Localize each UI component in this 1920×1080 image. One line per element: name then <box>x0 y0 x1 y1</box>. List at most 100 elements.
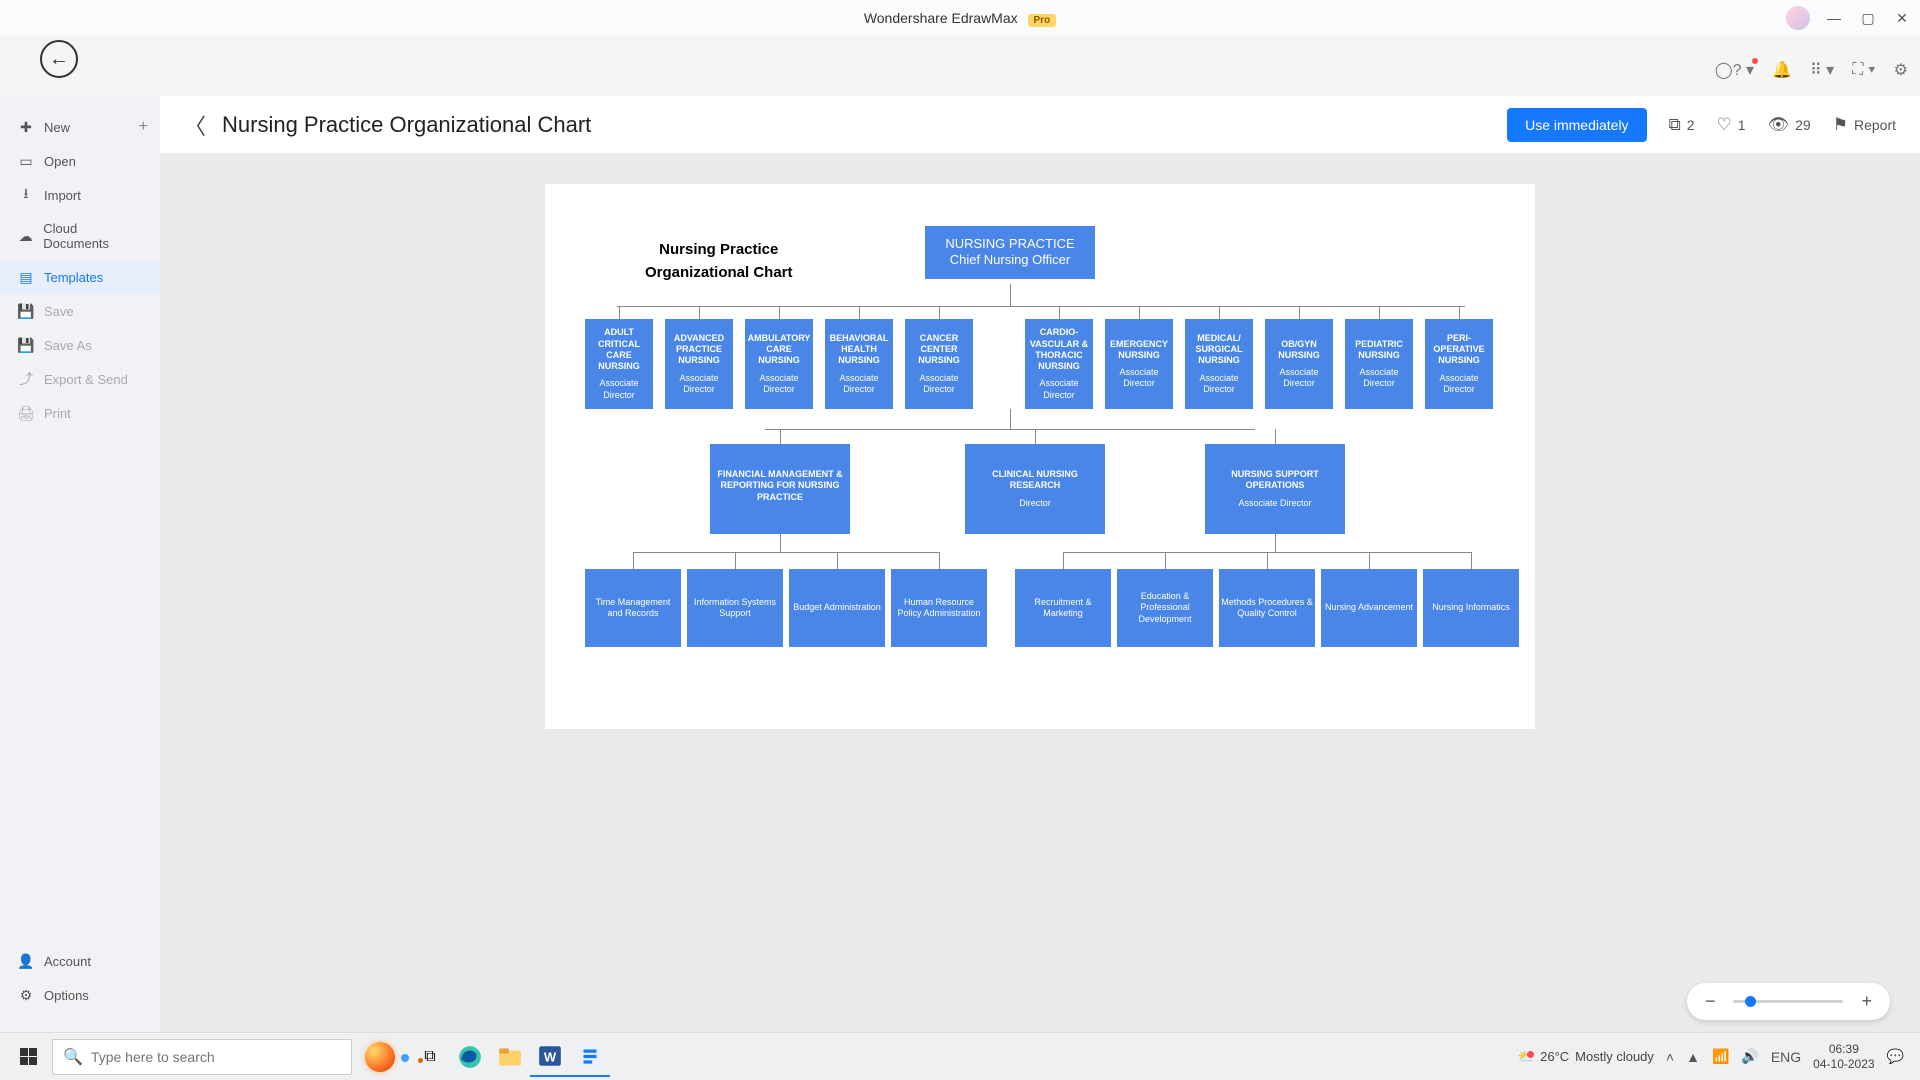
add-icon[interactable]: + <box>139 118 148 136</box>
zoom-thumb[interactable] <box>1745 996 1756 1007</box>
sidebar-item-print[interactable]: 🖨 Print <box>0 396 160 430</box>
sidebar-item-import[interactable]: ⭳ Import <box>0 178 160 212</box>
sidebar-item-cloud[interactable]: ☁ Cloud Documents <box>0 212 160 260</box>
connector <box>1275 429 1276 444</box>
settings-icon[interactable]: ⚙ <box>1894 60 1908 80</box>
sidebar-item-label: Print <box>44 406 71 421</box>
onedrive-icon[interactable]: ▲ <box>1686 1049 1700 1065</box>
org-level2-box: BEHAVIORAL HEALTH NURSINGAssociate Direc… <box>825 319 893 409</box>
header-actions: Use immediately ⧉2 ♡1 👁29 ⚑Report <box>1507 108 1896 142</box>
sidebar-item-label: New <box>44 120 70 135</box>
org-level2-box: AMBULATORY CARE NURSINGAssociate Directo… <box>745 319 813 409</box>
zoom-in-button[interactable]: + <box>1861 991 1872 1012</box>
connector <box>780 429 781 444</box>
back-chevron-icon[interactable]: 〈 <box>184 109 206 141</box>
tray-chevron-icon[interactable]: ˄ <box>1666 1049 1674 1065</box>
org-level4-box: Recruitment & Marketing <box>1015 569 1111 647</box>
language-icon[interactable]: ENG <box>1771 1049 1801 1065</box>
sidebar-item-label: Save <box>44 304 74 319</box>
org-root-box: NURSING PRACTICE Chief Nursing Officer <box>925 226 1095 279</box>
org-level4-box: Human Resource Policy Administration <box>891 569 987 647</box>
plus-square-icon: ✚ <box>18 119 34 135</box>
connector <box>859 306 860 319</box>
zoom-slider[interactable] <box>1733 1000 1843 1003</box>
volume-icon[interactable]: 🔊 <box>1741 1048 1758 1065</box>
connector <box>617 306 1465 307</box>
avatar[interactable] <box>1786 6 1810 30</box>
edge-icon[interactable] <box>450 1037 490 1077</box>
org-root-line2: Chief Nursing Officer <box>935 252 1085 268</box>
org-level2-box: CARDIO-VASCULAR & THORACIC NURSINGAssoci… <box>1025 319 1093 409</box>
views-count: 29 <box>1795 117 1811 133</box>
notifications-icon[interactable]: 💬 <box>1887 1048 1904 1065</box>
connector <box>699 306 700 319</box>
sidebar-item-save[interactable]: 💾 Save <box>0 294 160 328</box>
app-title: Wondershare EdrawMax Pro <box>864 10 1056 26</box>
clock[interactable]: 06:39 04-10-2023 <box>1813 1042 1874 1071</box>
org-level2-box: CANCER CENTER NURSINGAssociate Director <box>905 319 973 409</box>
cloud-icon: ☁ <box>18 228 33 244</box>
connector <box>1059 306 1060 319</box>
report-label: Report <box>1854 117 1896 133</box>
connector <box>1219 306 1220 319</box>
likes-count: 1 <box>1738 117 1746 133</box>
gear-icon: ⚙ <box>18 987 34 1003</box>
copies-stat[interactable]: ⧉2 <box>1669 115 1695 135</box>
zoom-out-button[interactable]: − <box>1705 991 1716 1012</box>
org-root-line1: NURSING PRACTICE <box>935 236 1085 252</box>
views-stat: 👁29 <box>1768 115 1811 135</box>
taskbar-search[interactable]: 🔍 <box>52 1039 352 1075</box>
sidebar-item-new[interactable]: ✚ New + <box>0 110 160 144</box>
bell-icon[interactable]: 🔔 <box>1772 60 1792 80</box>
maximize-button[interactable]: ▢ <box>1858 8 1878 28</box>
connector <box>1063 552 1064 569</box>
likes-stat[interactable]: ♡1 <box>1717 115 1746 135</box>
back-button[interactable] <box>40 40 78 78</box>
apps-icon[interactable]: ⠿ ▾ <box>1810 60 1834 80</box>
window-titlebar: Wondershare EdrawMax Pro — ▢ ✕ <box>0 0 1920 36</box>
search-highlight-icon[interactable] <box>350 1039 410 1075</box>
org-level2-box: EMERGENCY NURSINGAssociate Director <box>1105 319 1173 409</box>
file-explorer-icon[interactable] <box>490 1037 530 1077</box>
connector <box>1010 409 1011 429</box>
toolbar-right: ◯? ▾ 🔔 ⠿ ▾ ⛶ ▾ ⚙ <box>1715 60 1908 80</box>
search-input[interactable] <box>91 1049 341 1065</box>
use-immediately-button[interactable]: Use immediately <box>1507 108 1646 142</box>
sidebar-item-label: Cloud Documents <box>43 221 142 251</box>
sidebar-item-label: Open <box>44 154 76 169</box>
task-view-icon[interactable]: ⧉ <box>410 1037 450 1077</box>
sidebar-item-account[interactable]: 👤 Account <box>0 944 160 978</box>
edrawmax-icon[interactable] <box>570 1037 610 1077</box>
sidebar-item-templates[interactable]: ▤ Templates <box>0 260 160 294</box>
report-button[interactable]: ⚑Report <box>1833 115 1896 135</box>
help-icon[interactable]: ◯? ▾ <box>1715 60 1754 80</box>
canvas-area[interactable]: Nursing Practice Organizational Chart NU… <box>160 154 1920 1032</box>
weather-temp: 26°C <box>1540 1049 1569 1064</box>
start-button[interactable] <box>8 1037 48 1077</box>
wifi-icon[interactable]: 📶 <box>1712 1048 1729 1065</box>
org-level4-box: Nursing Informatics <box>1423 569 1519 647</box>
windows-taskbar: 🔍 ⧉ W ⛅ 26°C Mostly cloudy ˄ ▲ 📶 🔊 ENG 0… <box>0 1032 1920 1080</box>
word-icon[interactable]: W <box>530 1037 570 1077</box>
save-icon: 💾 <box>18 303 34 319</box>
sidebar-item-export[interactable]: ⤴ Export & Send <box>0 362 160 396</box>
sidebar-item-open[interactable]: ▭ Open <box>0 144 160 178</box>
connector <box>1459 306 1460 319</box>
sidebar-item-saveas[interactable]: 💾 Save As <box>0 328 160 362</box>
weather-widget[interactable]: ⛅ 26°C Mostly cloudy <box>1518 1049 1654 1065</box>
folder-icon: ▭ <box>18 153 34 169</box>
gift-icon[interactable]: ⛶ ▾ <box>1852 61 1875 79</box>
org-level2-box: OB/GYN NURSINGAssociate Director <box>1265 319 1333 409</box>
connector <box>780 534 781 552</box>
org-level2-box: PERI-OPERATIVE NURSINGAssociate Director <box>1425 319 1493 409</box>
connector <box>1379 306 1380 319</box>
connector <box>735 552 736 569</box>
sidebar-item-options[interactable]: ⚙ Options <box>0 978 160 1012</box>
print-icon: 🖨 <box>18 405 34 421</box>
close-button[interactable]: ✕ <box>1892 8 1912 28</box>
chart-title-line1: Nursing Practice <box>645 239 793 262</box>
org-level4-box: Methods Procedures & Quality Control <box>1219 569 1315 647</box>
window-controls: — ▢ ✕ <box>1824 8 1912 28</box>
pro-badge: Pro <box>1028 14 1057 27</box>
minimize-button[interactable]: — <box>1824 8 1844 28</box>
